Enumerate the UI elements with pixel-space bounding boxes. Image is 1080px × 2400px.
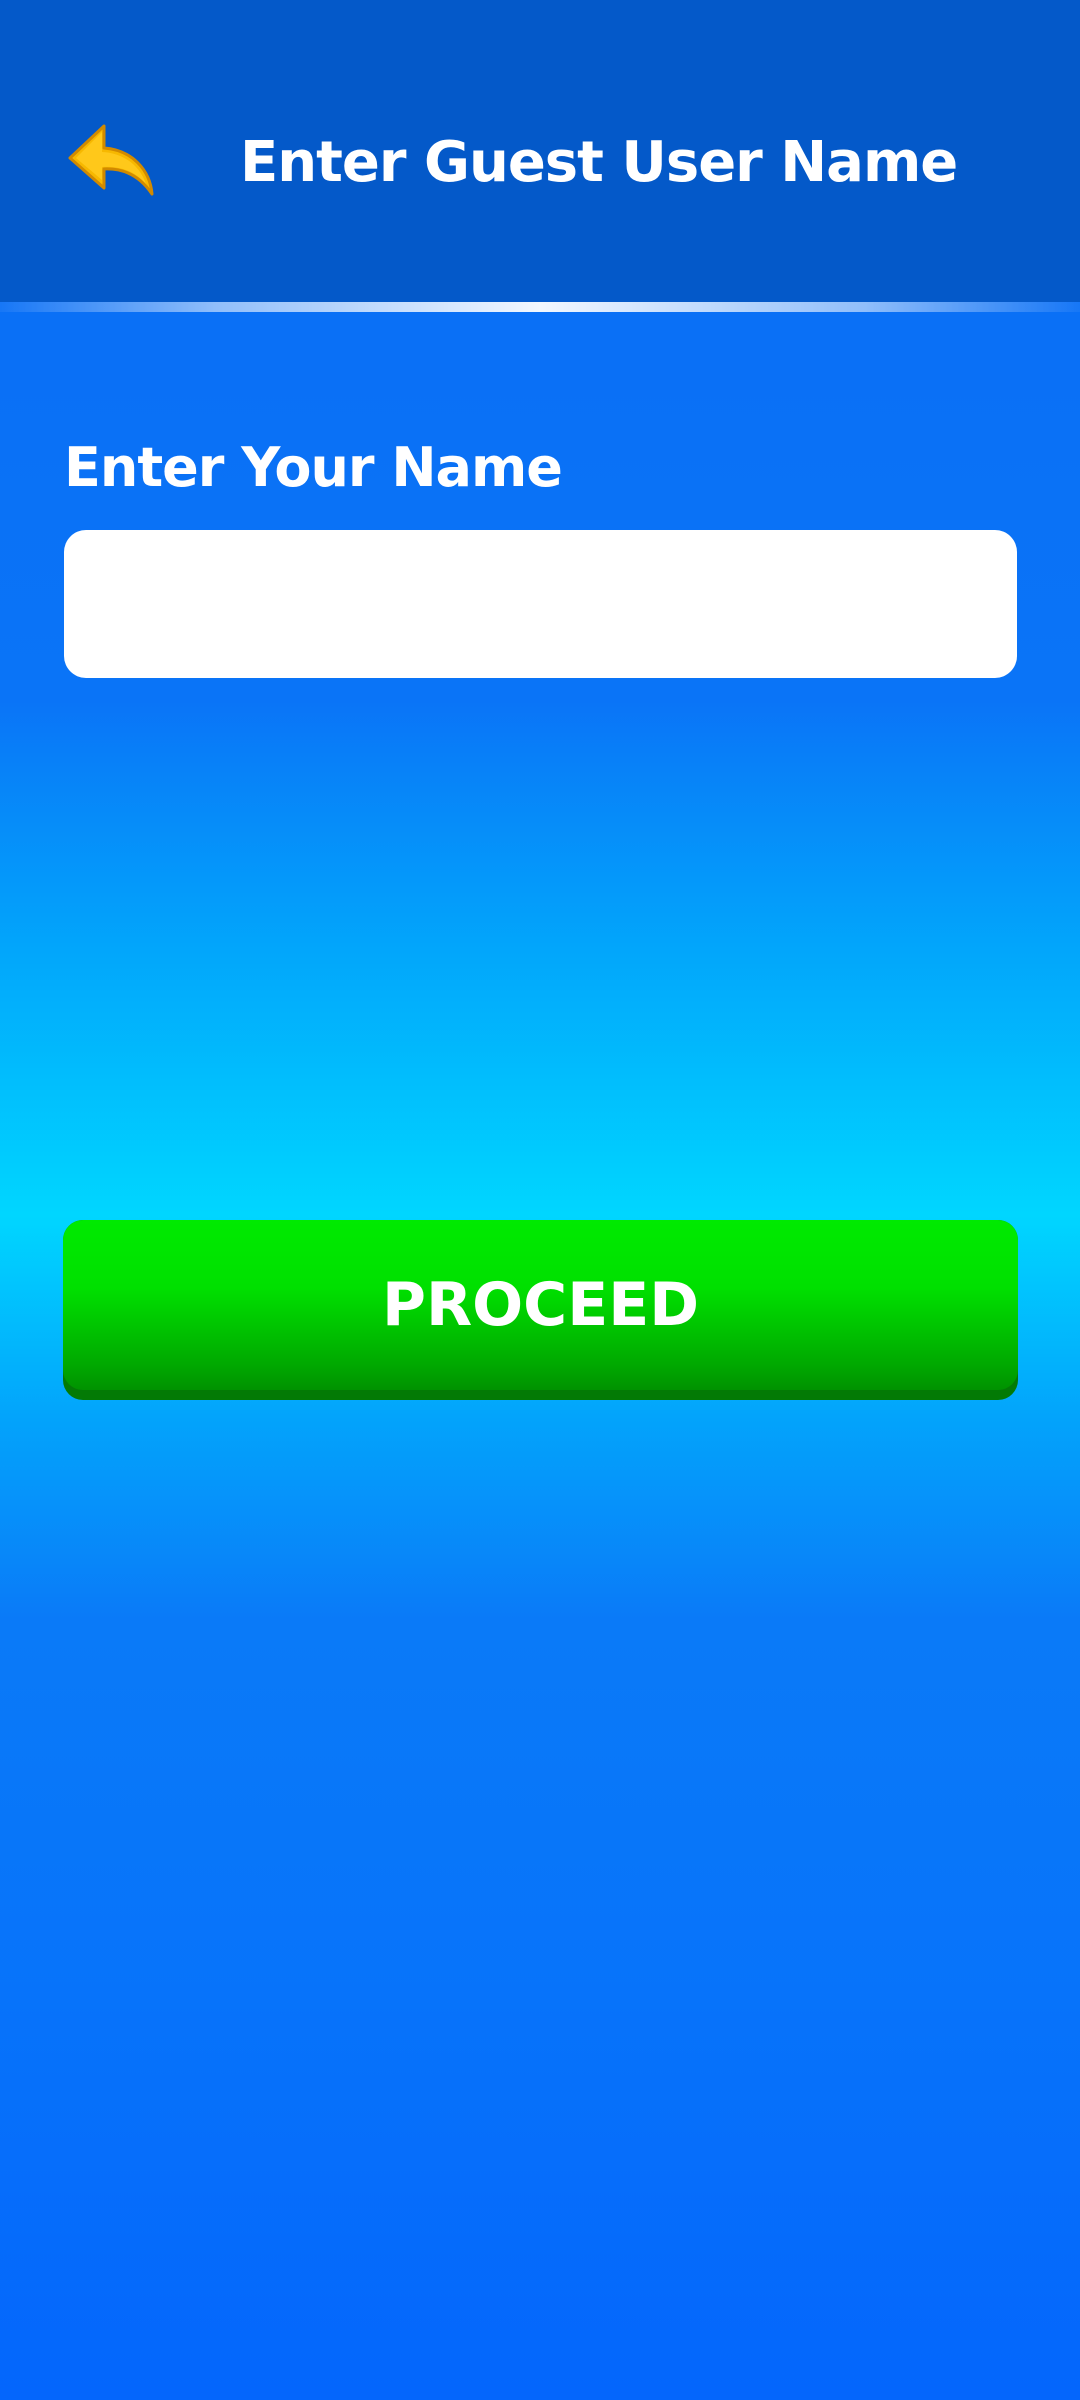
back-button[interactable] <box>66 122 156 202</box>
page-title: Enter Guest User Name <box>240 130 958 195</box>
undo-arrow-icon <box>68 124 154 196</box>
header-divider <box>0 302 1080 312</box>
proceed-button[interactable]: PROCEED <box>63 1220 1018 1400</box>
name-input[interactable] <box>64 530 1017 678</box>
name-field-label: Enter Your Name <box>64 436 563 499</box>
app-header: Enter Guest User Name <box>0 0 1080 302</box>
proceed-button-label: PROCEED <box>382 1270 699 1340</box>
